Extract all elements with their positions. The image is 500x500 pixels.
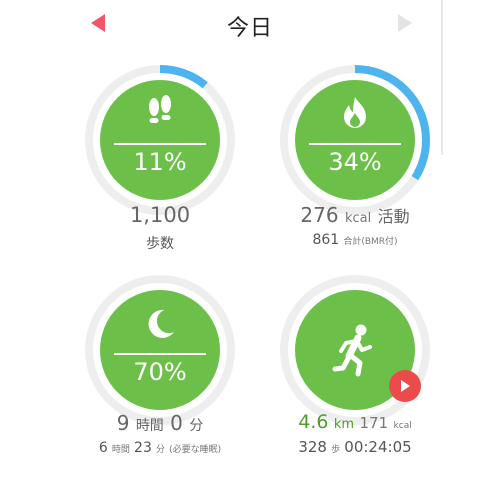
calories-active: 276 kcal 活動	[250, 203, 460, 227]
exercise-steps: 328	[298, 438, 327, 456]
flame-icon	[344, 97, 366, 128]
play-button[interactable]	[389, 370, 421, 402]
sleep-need-label: (必要な睡眠)	[169, 445, 222, 455]
sleep-hours-unit: 時間	[135, 418, 164, 434]
sleep-needed: 6 時間 23 分 (必要な睡眠)	[70, 440, 250, 456]
calories-total-value: 861	[312, 232, 340, 248]
steps-tile[interactable]: 11%	[75, 55, 245, 225]
daily-summary-screen: 今日 11% 1,100 歩数 34% 276 kcal 活動 861 合計(B…	[0, 0, 500, 500]
sleep-need-hours-unit: 時間	[111, 445, 130, 455]
sleep-tile[interactable]: 70%	[75, 265, 245, 435]
calories-tile[interactable]: 34%	[270, 55, 440, 225]
exercise-duration: 00:24:05	[344, 438, 412, 456]
page-title: 今日	[226, 16, 273, 41]
steps-value: 1,100	[129, 203, 191, 227]
steps-percent: 11%	[133, 148, 187, 176]
exercise-distance: 4.6	[298, 411, 329, 433]
next-day-arrow-icon[interactable]	[398, 14, 412, 32]
steps-divider	[114, 143, 206, 145]
sleep-percent: 70%	[133, 358, 187, 386]
calories-percent: 34%	[328, 148, 382, 176]
calories-value: 276	[300, 203, 339, 227]
moon-icon	[148, 309, 174, 338]
running-person-icon	[332, 324, 372, 377]
calories-activity-label: 活動	[377, 207, 410, 226]
sleep-need-minutes-unit: 分	[156, 445, 166, 455]
calories-divider	[309, 143, 401, 145]
exercise-distance-unit: km	[333, 417, 355, 432]
calories-total-label: 合計(BMR付)	[343, 237, 398, 247]
exercise-steps-unit: 歩	[331, 445, 341, 455]
scroll-indicator	[441, 0, 443, 155]
sleep-hours: 9	[116, 411, 130, 435]
sleep-disk: 70%	[100, 290, 220, 410]
sleep-minutes-unit: 分	[189, 418, 204, 434]
steps-count: 1,100	[75, 203, 245, 227]
exercise-kcal: 171	[359, 414, 389, 432]
exercise-summary: 4.6 km 171 kcal	[250, 411, 460, 433]
steps-label: 歩数	[146, 236, 174, 252]
calories-unit: kcal	[344, 211, 372, 226]
sleep-minutes: 0	[170, 411, 183, 435]
exercise-detail: 328 歩 00:24:05	[250, 438, 460, 456]
calories-total: 861 合計(BMR付)	[250, 232, 460, 248]
exercise-tile[interactable]	[270, 265, 440, 435]
sleep-duration: 9 時間 0 分	[75, 411, 245, 435]
exercise-kcal-unit: kcal	[393, 421, 412, 431]
sleep-need-hours: 6	[98, 440, 108, 456]
steps-disk: 11%	[100, 80, 220, 200]
calories-disk: 34%	[295, 80, 415, 200]
play-icon	[401, 380, 410, 392]
sleep-divider	[114, 353, 206, 355]
sleep-need-minutes: 23	[134, 440, 152, 456]
footsteps-icon	[149, 95, 171, 123]
